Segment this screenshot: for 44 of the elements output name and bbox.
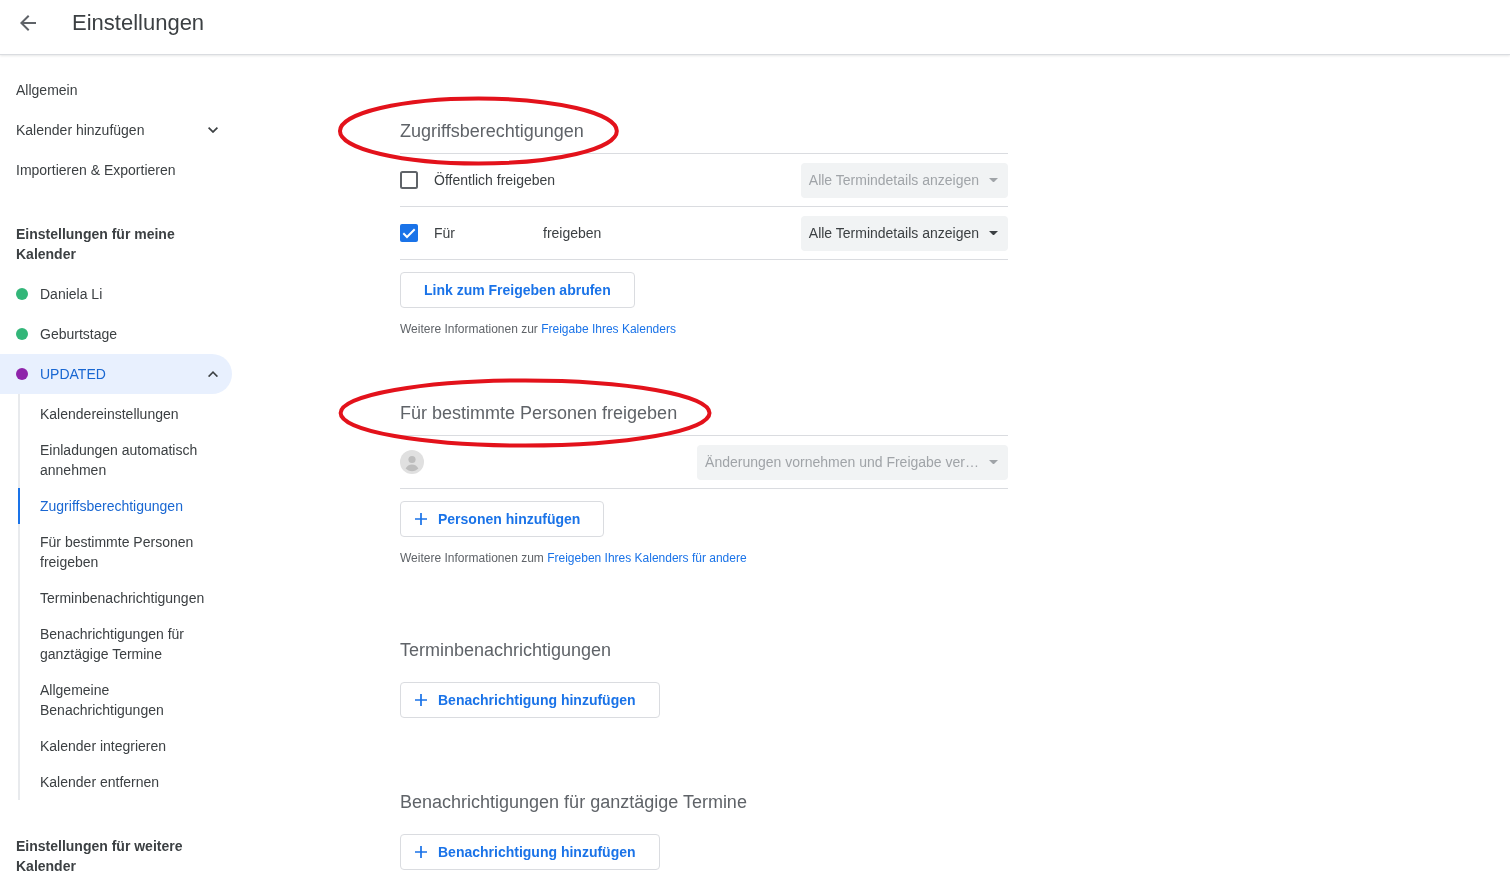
plus-icon[interactable]	[415, 513, 427, 525]
sidebar-subitem[interactable]: Terminbenachrichtigungen	[18, 580, 220, 616]
sidebar-item[interactable]: Allgemein	[0, 70, 232, 110]
row-label: freigeben	[543, 224, 602, 243]
row-label: Für	[434, 224, 455, 243]
info-text: Weitere Informationen zur Freigabe Ihres Kalenders	[400, 321, 677, 337]
sidebar-subitem[interactable]: Kalendereinstellungen	[18, 396, 220, 432]
row-label: Öffentlich freigeben	[434, 171, 556, 190]
sidebar-subitem[interactable]: Für bestimmte Personen freigeben	[18, 524, 220, 580]
sidebar-item[interactable]: Importieren & Exportieren	[0, 150, 232, 190]
sidebar-item[interactable]: Kalender hinzufügen	[0, 110, 232, 150]
sidebar-subitem[interactable]: Allgemeine Benachrichtigungen	[18, 672, 220, 728]
calendar-item[interactable]: UPDATED	[0, 354, 232, 394]
section-title: Terminbenachrichtigungen	[400, 639, 612, 662]
avatar-icon	[400, 450, 424, 474]
chevron-down-icon[interactable]	[208, 126, 218, 134]
group-heading: Einstellungen für meine Kalender	[15, 225, 176, 264]
plus-icon[interactable]	[415, 694, 427, 706]
plus-icon[interactable]	[415, 846, 427, 858]
add-button[interactable]: Benachrichtigung hinzufügen	[400, 682, 660, 718]
section-title: Benachrichtigungen für ganztägige Termine	[400, 791, 747, 814]
section-title: Zugriffsberechtigungen	[400, 120, 584, 143]
info-link[interactable]: Freigeben Ihres Kalenders für andere	[547, 551, 747, 565]
sidebar-subitem[interactable]: Zugriffsberechtigungen	[18, 488, 220, 524]
section-title: Für bestimmte Personen freigeben	[400, 402, 678, 425]
checkbox[interactable]	[400, 171, 418, 189]
sidebar-subitem[interactable]: Einladungen automatisch annehmen	[18, 432, 220, 488]
checkbox[interactable]	[400, 224, 418, 242]
calendar-item[interactable]: Daniela Li	[0, 274, 232, 314]
calendar-item[interactable]: Geburtstage	[0, 314, 232, 354]
info-link[interactable]: Freigabe Ihres Kalenders	[541, 322, 676, 336]
sidebar-subitem[interactable]: Benachrichtigungen für ganztägige Termine	[18, 616, 220, 672]
dropdown[interactable]: Alle Termindetails anzeigen	[800, 215, 1008, 251]
sidebar-subitem[interactable]: Kalender entfernen	[18, 764, 220, 800]
add-button[interactable]: Personen hinzufügen	[400, 501, 605, 537]
page-title: Einstellungen	[72, 9, 205, 37]
sidebar-subitem[interactable]: Kalender integrieren	[18, 728, 220, 764]
add-button[interactable]: Benachrichtigung hinzufügen	[400, 834, 660, 870]
group-heading: Einstellungen für weitere Kalender	[15, 837, 184, 876]
back-arrow-icon[interactable]	[20, 15, 36, 31]
caret-icon[interactable]	[989, 230, 998, 236]
action-button[interactable]: Link zum Freigeben abrufen	[400, 272, 635, 308]
chevron-up-icon[interactable]	[208, 370, 218, 378]
info-text: Weitere Informationen zum Freigeben Ihres Kalenders für andere	[400, 550, 748, 566]
